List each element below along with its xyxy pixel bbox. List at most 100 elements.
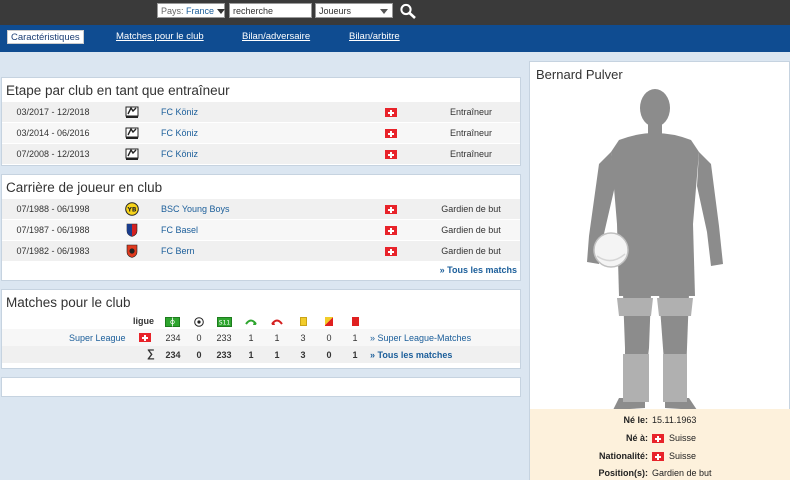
row-dates: 03/2014 - 06/2016: [16, 128, 90, 138]
country-prefix: Pays:: [161, 6, 184, 16]
club-link[interactable]: FC Basel: [161, 225, 198, 235]
swiss-flag-icon: [385, 205, 397, 214]
player-silhouette-icon: [587, 89, 723, 410]
total-goals: 0: [196, 350, 202, 360]
club-link[interactable]: FC Bern: [161, 246, 195, 256]
row-role: Entraîneur: [449, 128, 493, 138]
fc-bern-logo-icon: [126, 244, 138, 258]
stat-red: 1: [352, 333, 358, 343]
table-row: 07/2008 - 12/2013 FC Köniz Entraîneur: [2, 143, 520, 164]
table-row: 07/1982 - 06/1983 FC Bern Gardien de but: [2, 240, 520, 261]
row-dates: 07/1987 - 06/1988: [16, 225, 90, 235]
club-matches-panel: Matches pour le club ligue S11 Super Lea…: [1, 289, 521, 369]
yellow-red-card-icon: [325, 317, 333, 326]
fc-basel-logo-icon: [126, 223, 138, 237]
born-label: Né le:: [623, 415, 648, 425]
position-row: Position(s): Gardien de but: [530, 465, 790, 480]
search-icon[interactable]: [399, 3, 417, 19]
profile-nav: Caractéristiques Matches pour le club Bi…: [0, 25, 790, 52]
swiss-flag-icon: [139, 333, 151, 342]
total-stats-row: ∑ 234 0 233 1 1 3 0 1 » Tous les matches: [2, 346, 520, 363]
yellow-card-icon: [300, 317, 307, 326]
row-dates: 07/1988 - 06/1998: [16, 204, 90, 214]
search-input[interactable]: [229, 3, 312, 18]
stat-starts: 233: [216, 333, 232, 343]
club-link[interactable]: FC Köniz: [161, 149, 198, 159]
goals-icon: [194, 317, 204, 327]
fc-koniz-logo-icon: [125, 127, 139, 139]
all-matches-link[interactable]: » Tous les matchs: [2, 261, 520, 279]
position-label: Position(s):: [598, 468, 649, 478]
swiss-flag-icon: [385, 150, 397, 159]
row-dates: 07/2008 - 12/2013: [16, 149, 90, 159]
club-link[interactable]: FC Köniz: [161, 107, 198, 117]
player-info-box: Né le: 15.11.1963 Né à: Suisse Nationali…: [530, 409, 790, 480]
stat-yellow: 3: [300, 333, 306, 343]
player-name: Bernard Pulver: [536, 67, 623, 82]
search-type-value: Joueurs: [319, 6, 352, 16]
row-dates: 03/2017 - 12/2018: [16, 107, 90, 117]
country-value: France: [186, 6, 215, 16]
tab-bilan-adversaire[interactable]: Bilan/adversaire: [242, 31, 310, 45]
total-yellow: 3: [300, 350, 306, 360]
stat-appearances: 234: [165, 333, 181, 343]
total-red: 1: [352, 350, 358, 360]
born-date-row: Né le: 15.11.1963: [530, 412, 790, 429]
total-appearances: 234: [165, 350, 181, 360]
swiss-flag-icon: [652, 452, 664, 461]
club-link[interactable]: BSC Young Boys: [161, 204, 230, 214]
red-card-icon: [352, 317, 359, 326]
svg-text:S11: S11: [219, 320, 231, 327]
young-boys-logo-icon: YB: [125, 202, 139, 216]
swiss-flag-icon: [652, 434, 664, 443]
row-role: Gardien de but: [441, 225, 501, 235]
fc-koniz-logo-icon: [125, 148, 139, 160]
table-row: 03/2014 - 06/2016 FC Köniz Entraîneur: [2, 122, 520, 143]
row-role: Entraîneur: [449, 107, 493, 117]
table-row: 03/2017 - 12/2018 FC Köniz Entraîneur: [2, 101, 520, 122]
club-link[interactable]: FC Köniz: [161, 128, 198, 138]
starts-icon: S11: [217, 317, 232, 327]
swiss-flag-icon: [385, 108, 397, 117]
country-select[interactable]: Pays: France: [157, 3, 226, 18]
tab-matches-club[interactable]: Matches pour le club: [116, 31, 204, 45]
appearances-icon: [165, 317, 180, 327]
born-place-row: Né à: Suisse: [530, 430, 790, 447]
swiss-flag-icon: [385, 247, 397, 256]
sum-symbol: ∑: [147, 348, 155, 360]
player-profile-card: Bernard Pulver Né le: 15.11.1963 Né à: S…: [529, 61, 790, 480]
born-value: 15.11.1963: [652, 415, 697, 425]
nationality-value: Suisse: [669, 451, 697, 461]
position-value: Gardien de but: [652, 468, 712, 478]
nationality-row: Nationalité: Suisse: [530, 448, 790, 465]
total-sub-in: 1: [248, 350, 254, 360]
table-row: 07/1988 - 06/1998 YB BSC Young Boys Gard…: [2, 198, 520, 219]
all-matches-total-link[interactable]: » Tous les matches: [370, 350, 452, 360]
row-role: Gardien de but: [441, 204, 501, 214]
chevron-down-icon: [380, 9, 388, 14]
table-row: 07/1987 - 06/1988 FC Basel Gardien de bu…: [2, 219, 520, 240]
nationality-label: Nationalité:: [598, 451, 648, 461]
stat-yellow-red: 0: [326, 333, 332, 343]
league-matches-link[interactable]: » Super League-Matches: [370, 333, 471, 343]
sub-in-icon: [245, 319, 257, 325]
league-link[interactable]: Super League: [69, 333, 126, 343]
player-career-panel: Carrière de joueur en club 07/1988 - 06/…: [1, 174, 521, 281]
coach-career-panel: Etape par club en tant que entraîneur 03…: [1, 77, 521, 166]
empty-panel: [1, 377, 521, 397]
total-yellow-red: 0: [326, 350, 332, 360]
total-starts: 233: [216, 350, 232, 360]
search-type-select[interactable]: Joueurs: [315, 3, 393, 18]
stat-goals: 0: [196, 333, 202, 343]
row-dates: 07/1982 - 06/1983: [16, 246, 90, 256]
stats-header-row: ligue S11: [2, 313, 520, 329]
chevron-down-icon: [217, 9, 226, 15]
fc-koniz-logo-icon: [125, 106, 139, 118]
stat-sub-out: 1: [274, 333, 280, 343]
tab-caracteristiques[interactable]: Caractéristiques: [7, 30, 84, 44]
place-label: Né à:: [625, 433, 648, 443]
swiss-flag-icon: [385, 129, 397, 138]
league-header: ligue: [133, 316, 155, 326]
top-search-bar: Pays: France Joueurs: [0, 0, 790, 25]
tab-bilan-arbitre[interactable]: Bilan/arbitre: [349, 31, 400, 45]
